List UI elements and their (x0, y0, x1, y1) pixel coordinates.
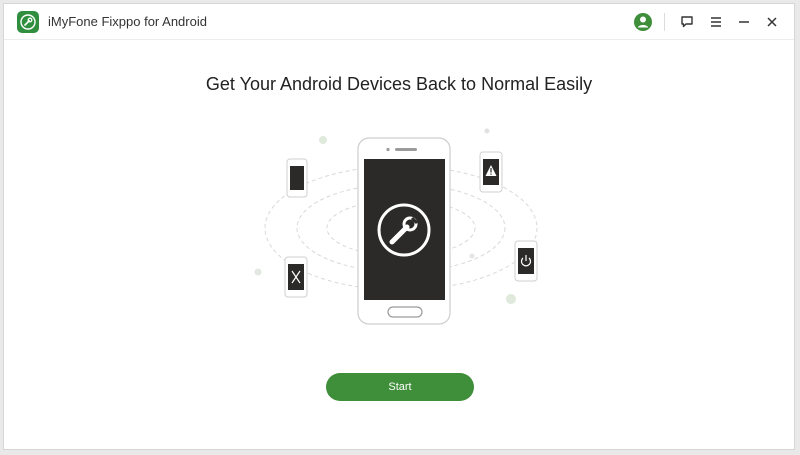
phone-power-icon (514, 240, 538, 282)
feedback-icon[interactable] (675, 10, 699, 34)
page-headline: Get Your Android Devices Back to Normal … (205, 74, 593, 94)
title-bar: iMyFone Fixppo for Android (4, 4, 794, 40)
account-icon[interactable] (631, 10, 655, 34)
start-button[interactable]: Start (326, 373, 474, 401)
main-phone-icon (357, 137, 451, 325)
illustration-graphic (254, 128, 538, 325)
phone-blank-icon (286, 158, 308, 198)
minimize-icon[interactable] (732, 10, 756, 34)
titlebar-divider (664, 13, 665, 31)
android-repair-illustration (234, 124, 574, 334)
close-icon[interactable] (760, 10, 784, 34)
phone-warning-icon (479, 151, 503, 193)
app-title: iMyFone Fixppo for Android (48, 14, 207, 29)
menu-icon[interactable] (704, 10, 728, 34)
phone-error-icon (284, 256, 308, 298)
app-window: iMyFone Fixppo for Android Get Your Andr… (3, 3, 795, 450)
app-logo-icon (17, 11, 39, 33)
